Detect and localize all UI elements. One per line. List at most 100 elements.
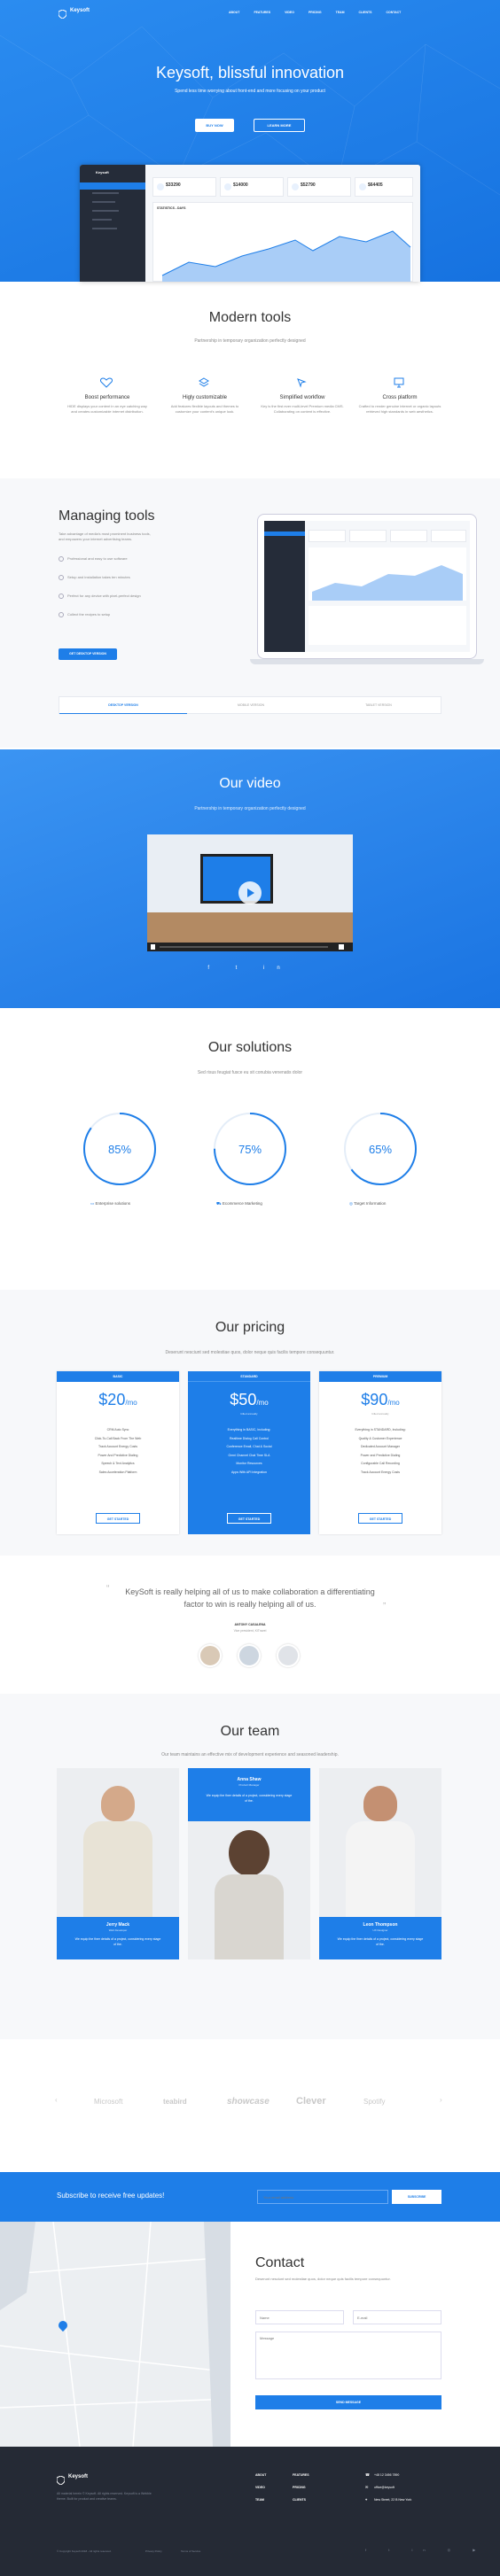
avatar[interactable]	[277, 1644, 300, 1667]
message-field[interactable]	[255, 2332, 441, 2379]
avatar[interactable]	[238, 1644, 261, 1667]
phone-icon: ☎	[365, 2472, 370, 2477]
section-subtitle: Partnership in temporary organization pe…	[194, 338, 306, 344]
solution-label: ◎ Target Information	[349, 1201, 387, 1206]
footer-link[interactable]: VIDEO	[255, 2486, 265, 2489]
solution-label: ▭ Enterprise solutions	[90, 1201, 131, 1206]
get-started-button[interactable]: GET STARTED	[227, 1513, 271, 1524]
nav-clients[interactable]: CLIENTS	[358, 11, 371, 14]
plan-features: CRM Auto Sync Click-To-Call Back From The…	[94, 1428, 142, 1474]
footer-link[interactable]: PRICING	[293, 2486, 306, 2489]
dashboard-mockup: Keysoft $33290 $14000 $52790 $64405 STAT…	[80, 165, 420, 282]
feature-title: Simplified workflow	[279, 395, 325, 400]
plan-note: billed annually	[371, 1412, 389, 1416]
buy-now-button[interactable]: BUY NOW	[195, 115, 234, 132]
footer-address: New Street, 22 B New York	[374, 2498, 412, 2502]
get-started-button[interactable]: GET STARTED	[358, 1513, 402, 1524]
nav-team[interactable]: TEAM	[336, 11, 345, 14]
stat-value-2: $14000	[233, 182, 248, 188]
quote-close-icon: ”	[383, 1602, 387, 1611]
name-field[interactable]	[255, 2310, 344, 2324]
member-name: Anna Shaw	[237, 1777, 262, 1782]
hero-title: Keysoft, blissful innovation	[155, 64, 345, 81]
nav-pricing[interactable]: PRICING	[309, 11, 322, 14]
send-message-button[interactable]: SEND MESSAGE	[255, 2395, 441, 2409]
managing-tools-section: Managing tools Take advantage of media's…	[0, 478, 500, 748]
dashboard-chart: STATISTICS - DAYS	[152, 202, 413, 282]
map-roads	[0, 2221, 231, 2448]
plan-price: $90/mo	[361, 1391, 400, 1408]
get-started-button[interactable]: GET STARTED	[96, 1513, 140, 1524]
feature-text: Crafted to render genuine internet or or…	[358, 404, 441, 414]
progress-value: 85%	[107, 1143, 132, 1156]
subscribe-button[interactable]: SUBSCRIBE	[392, 2190, 441, 2204]
play-button[interactable]	[238, 881, 262, 904]
check-icon	[59, 594, 64, 599]
team-member-photo	[188, 1821, 310, 1959]
nav-about[interactable]: ABOUT	[229, 11, 239, 14]
client-logo[interactable]: Clever	[296, 2096, 326, 2107]
footer-link[interactable]: ABOUT	[255, 2473, 266, 2477]
client-logo[interactable]: Spotify	[363, 2098, 385, 2106]
footer-link[interactable]: TEAM	[255, 2498, 264, 2502]
pause-icon[interactable]	[151, 944, 155, 950]
nav-contact[interactable]: CONTACT	[386, 11, 401, 14]
avatar[interactable]	[199, 1644, 222, 1667]
plan-price: $20/mo	[98, 1391, 137, 1408]
terms-link[interactable]: Terms of Service	[181, 2549, 200, 2553]
desktop-version-button[interactable]: GET DESKTOP VERSION	[59, 648, 117, 660]
tab-mobile[interactable]: MOBILE VERSION	[187, 697, 315, 714]
client-logo[interactable]: teabird	[163, 2098, 187, 2106]
prev-arrow-icon[interactable]: ‹	[55, 2096, 58, 2104]
plan-features: Everything in BASIC, Including: Realtime …	[226, 1428, 272, 1474]
testimonial-name: ANTONY CASALENA	[234, 1623, 266, 1626]
video-subtitle: Partnership in temporary organization pe…	[194, 806, 306, 811]
shield-logo-icon	[56, 2475, 66, 2486]
version-tabs: DESKTOP VERSION MOBILE VERSION TABLET VE…	[59, 696, 441, 714]
stat-value-4: $64405	[368, 182, 383, 188]
map[interactable]	[0, 2221, 231, 2448]
tab-desktop[interactable]: DESKTOP VERSION	[59, 697, 187, 714]
footer-logo[interactable]: Keysoft	[56, 2473, 88, 2489]
client-logo[interactable]: showcase	[227, 2097, 270, 2107]
footer-email[interactable]: office@keysoft	[374, 2486, 395, 2489]
check-icon	[59, 556, 64, 562]
contact-section: Contact Deserunt nesciunt sed molestiae …	[0, 2221, 500, 2448]
email-field[interactable]	[353, 2310, 441, 2324]
logo[interactable]: Keysoft	[58, 7, 90, 23]
nav-features[interactable]: FEATURES	[254, 11, 270, 14]
volume-icon[interactable]	[339, 944, 344, 950]
feature-title: Higly customizable	[182, 395, 228, 400]
footer-link[interactable]: FEATURES	[293, 2473, 309, 2477]
managing-text: Take advantage of media's most prominent…	[59, 531, 151, 541]
solutions-section: Our solutions Sed risus feugiat fusce eu…	[0, 1010, 500, 1290]
checklist-item: Professional and easy to use software	[67, 556, 128, 561]
video-player[interactable]	[147, 834, 353, 951]
cart-icon: ⛟	[216, 1201, 223, 1206]
monitor-icon	[394, 377, 404, 388]
subscribe-email-input[interactable]	[257, 2190, 388, 2204]
team-member-card: Leon Thompson UX Designer We equip the f…	[319, 1917, 441, 1959]
tab-tablet[interactable]: TABLET VERSION	[315, 697, 442, 714]
stat-value-1: $33290	[166, 182, 181, 188]
heart-icon	[100, 377, 113, 388]
plan-note: billed annually	[240, 1412, 258, 1416]
privacy-link[interactable]: Privacy Policy	[145, 2549, 162, 2553]
video-progress[interactable]	[160, 946, 328, 948]
social-links[interactable]: f t in	[0, 966, 500, 971]
dashboard-sidebar: Keysoft	[80, 165, 145, 282]
modern-tools-section: Modern tools Partnership in temporary or…	[0, 282, 500, 475]
footer-social-icons[interactable]: f t in ◎ ▶	[365, 2548, 486, 2552]
checklist-item: Perfect for any device with pixel-perfec…	[67, 594, 141, 598]
pricing-subtitle: Deserunt nesciunt sed molestiae quos, do…	[165, 1350, 335, 1355]
footer-link[interactable]: CLIENTS	[293, 2498, 306, 2502]
pricing-card-premium: PREMIUM $90/mo billed annually Everythin…	[319, 1371, 441, 1534]
learn-more-button[interactable]: LEARN MORE	[254, 115, 305, 132]
client-logo[interactable]: Microsoft	[94, 2098, 122, 2106]
footer-phone[interactable]: +48 12 3456 7890	[374, 2473, 399, 2477]
feature-title: Boost performance	[84, 395, 130, 400]
sidebar-active-item	[80, 182, 145, 190]
contact-text: Deserunt nesciunt sed molestiae quos, do…	[255, 2277, 391, 2281]
nav-video[interactable]: VIDEO	[285, 11, 294, 14]
next-arrow-icon[interactable]: ›	[440, 2096, 442, 2104]
